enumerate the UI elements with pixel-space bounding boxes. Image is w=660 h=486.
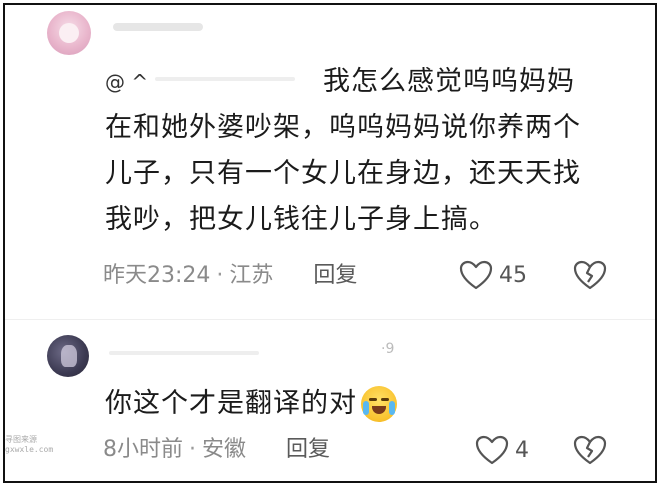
- meta-separator: ·: [189, 437, 196, 462]
- broken-heart-icon: [573, 435, 607, 465]
- like-count: 4: [515, 437, 529, 463]
- comment-panel: @ ^ 我怎么感觉呜呜妈妈 在和她外婆吵架，呜呜妈妈说你养两个 儿子，只有一个女…: [3, 3, 657, 483]
- like-button[interactable]: 45: [459, 260, 527, 290]
- reply-button[interactable]: 回复: [313, 261, 357, 291]
- user-avatar[interactable]: [47, 335, 89, 377]
- user-avatar[interactable]: [47, 11, 91, 55]
- comment-divider: [5, 319, 655, 320]
- comment-line: 你这个才是翻译的对: [105, 388, 357, 419]
- username-obscured: [113, 23, 203, 31]
- username-fragment: ·9: [381, 341, 395, 357]
- like-count: 45: [499, 262, 527, 288]
- comment-line: 我怎么感觉呜呜妈妈: [323, 66, 575, 97]
- username-obscured: [109, 351, 259, 355]
- comment-location: 安徽: [202, 437, 247, 462]
- avatar-face: [59, 23, 79, 43]
- watermark-line: 寻图来源: [5, 435, 37, 444]
- comment-time: 8小时前: [103, 437, 183, 462]
- comment-meta: 昨天23:24 · 江苏 回复: [103, 261, 357, 291]
- comment-line: 儿子，只有一个女儿在身边，还天天找: [105, 158, 581, 189]
- meta-separator: ·: [216, 263, 224, 288]
- avatar-figure: [61, 345, 77, 367]
- dislike-button[interactable]: [573, 260, 607, 294]
- broken-heart-icon: [573, 260, 607, 290]
- comment-text: 我怎么感觉呜呜妈妈 在和她外婆吵架，呜呜妈妈说你养两个 儿子，只有一个女儿在身边…: [105, 59, 625, 243]
- reply-button[interactable]: 回复: [286, 435, 330, 465]
- watermark-line: gxwxle.com: [5, 445, 54, 454]
- comment-text: 你这个才是翻译的对: [105, 383, 397, 425]
- dislike-button[interactable]: [573, 435, 607, 469]
- comment-time: 昨天23:24: [103, 263, 211, 288]
- comment-line: 我吵，把女儿钱往儿子身上搞。: [105, 204, 497, 235]
- like-button[interactable]: 4: [475, 435, 529, 465]
- watermark: 寻图来源 gxwxle.com: [5, 435, 53, 455]
- comment-location: 江苏: [229, 263, 274, 288]
- laughing-crying-emoji-icon: [361, 386, 397, 422]
- heart-icon: [475, 435, 509, 465]
- heart-icon: [459, 260, 493, 290]
- comment-meta: 8小时前 · 安徽 回复: [103, 435, 330, 465]
- comment-line: 在和她外婆吵架，呜呜妈妈说你养两个: [105, 112, 581, 143]
